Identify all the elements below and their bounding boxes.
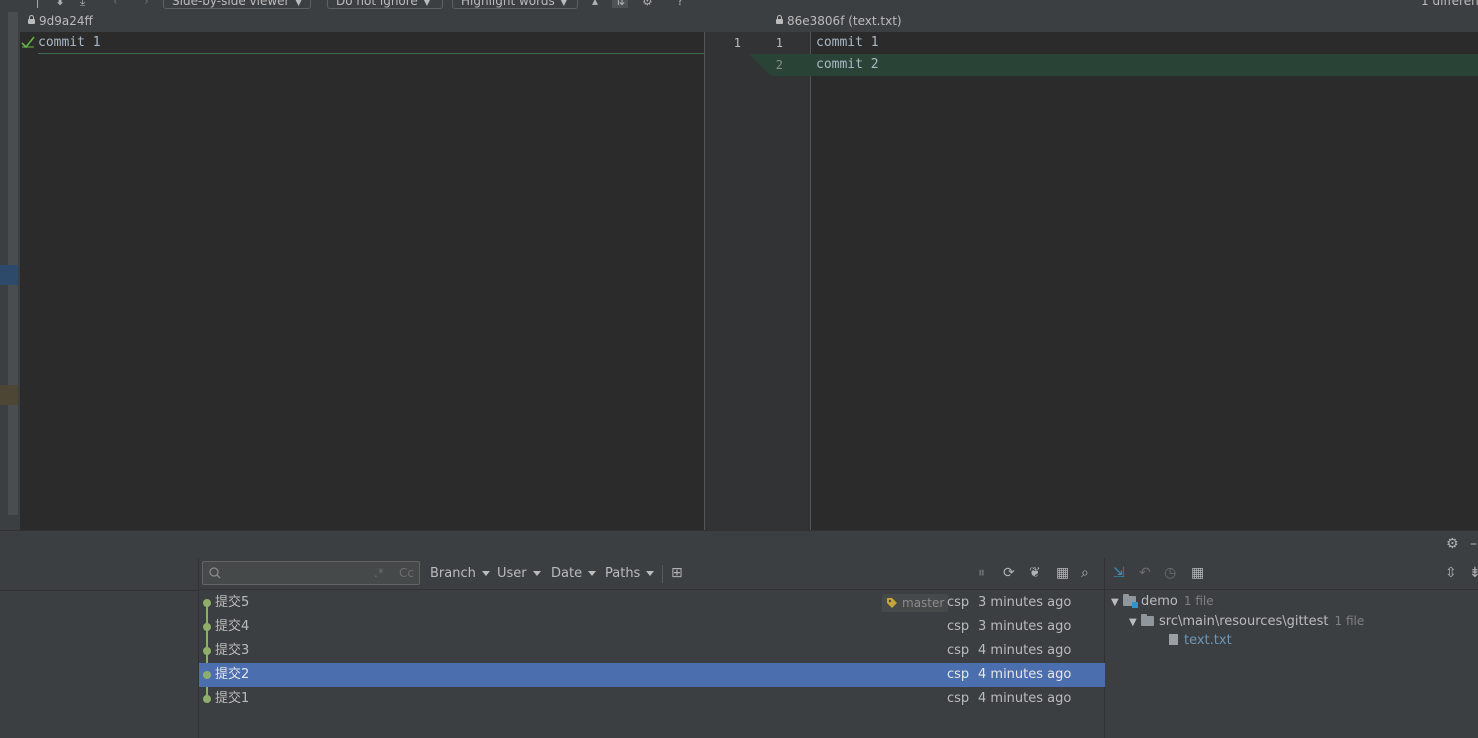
right-code-line-1: commit 1 [816, 35, 879, 50]
search-input[interactable]: .* Cc [202, 561, 420, 585]
minimize-icon[interactable]: – [1470, 536, 1477, 552]
cherry-pick-icon[interactable]: ❦ [1029, 565, 1041, 581]
insertion-marker [38, 53, 704, 54]
left-revision: 9d9a24ff [39, 14, 93, 28]
scrollbar-marker [0, 385, 18, 405]
tree-node-module[interactable]: ▼ demo 1 file [1111, 591, 1214, 611]
commit-graph-dot [203, 695, 211, 703]
commit-row-selected[interactable]: 提交2 csp 4 minutes ago [199, 663, 1105, 687]
commit-row[interactable]: 提交3 csp 4 minutes ago [199, 639, 1105, 663]
search-icon [209, 567, 221, 579]
left-line-number: 1 [733, 36, 741, 50]
new-tab-icon[interactable]: ⊞ [671, 565, 683, 581]
chevron-down-icon [481, 571, 490, 576]
commit-log: .* Cc Branch User Date Paths ⊞ ⏸ ⟳ ❦ ▦ ⌕… [199, 558, 1105, 738]
chevron-down-icon[interactable]: ▼ [1111, 593, 1123, 613]
branch-filter[interactable]: Branch [430, 566, 490, 581]
tool-window-header: ⚙ – [0, 530, 1478, 558]
folder-icon [1141, 614, 1154, 626]
apply-down-icon[interactable]: ⬇ [55, 0, 65, 8]
chevron-down-icon [532, 571, 541, 576]
commit-graph-dot [203, 647, 211, 655]
ignore-mode-dropdown[interactable]: Do not ignore ▼ [327, 0, 443, 9]
show-diff-icon[interactable]: ⇲ [1113, 565, 1125, 581]
changes-toolbar: ⇲ ↶ ◷ ▦ ⇳ ⇟ [1105, 558, 1478, 590]
branches-pane [0, 558, 199, 738]
left-gutter-strip [0, 0, 20, 530]
tree-node-folder[interactable]: ▼ src\main\resources\gittest 1 file [1129, 611, 1364, 631]
toolbar-separator [662, 565, 663, 583]
chevron-down-icon: ▼ [560, 0, 567, 7]
apply-all-icon[interactable]: ⤓ [80, 0, 85, 8]
match-case-toggle[interactable]: Cc [399, 566, 414, 580]
commit-graph-dot [203, 599, 211, 607]
view-options-icon[interactable]: ▦ [1056, 565, 1069, 581]
text-file-icon [1169, 634, 1178, 645]
synchronize-scroll-icon[interactable]: ⇅ [612, 0, 629, 8]
user-filter[interactable]: User [497, 566, 541, 581]
inserted-line-highlight [811, 54, 1478, 76]
regex-toggle[interactable]: .* [374, 566, 384, 580]
log-toolbar: .* Cc Branch User Date Paths ⊞ ⏸ ⟳ ❦ ▦ ⌕ [199, 558, 1105, 590]
paths-filter[interactable]: Paths [605, 566, 655, 581]
diff-gutter: 1 1 2 [704, 32, 812, 530]
diff-toolbar: │ ⬇ ⤓ ‹ › Side-by-side viewer ▼ Do not ig… [0, 0, 1478, 12]
previous-difference-icon[interactable]: ‹ [113, 0, 118, 8]
collapse-all-icon[interactable]: ⇟ [1469, 565, 1478, 581]
commit-row[interactable]: 提交4 csp 3 minutes ago [199, 615, 1105, 639]
chevron-down-icon[interactable]: ▼ [1129, 613, 1141, 633]
lock-icon [28, 15, 35, 24]
left-editor[interactable]: commit 1 [20, 32, 704, 530]
highlight-mode-dropdown[interactable]: Highlight words ▼ [452, 0, 578, 9]
collapse-unchanged-icon[interactable]: ▴ [592, 0, 598, 8]
group-by-icon[interactable]: ▦ [1191, 565, 1204, 581]
next-difference-icon[interactable]: › [144, 0, 149, 8]
chevron-down-icon [646, 571, 655, 576]
vertical-scrollbar[interactable] [8, 12, 18, 515]
gear-icon[interactable]: ⚙ [1446, 536, 1459, 552]
right-line-number: 2 [775, 58, 783, 72]
viewer-mode-dropdown[interactable]: Side-by-side viewer ▼ [163, 0, 311, 9]
separator-icon: │ [34, 0, 42, 8]
revert-icon[interactable]: ↶ [1139, 565, 1151, 581]
tree-node-file[interactable]: text.txt [1169, 631, 1232, 651]
right-code-line-2: commit 2 [816, 57, 879, 72]
left-code-line-1: commit 1 [38, 35, 101, 50]
left-file-header: 9d9a24ff [20, 12, 704, 32]
search-icon[interactable]: ⌕ [1081, 565, 1089, 581]
lock-icon [776, 15, 783, 24]
chevron-down-icon: ▼ [295, 0, 302, 7]
right-file-header: 86e3806f (text.txt) [704, 12, 1478, 32]
right-line-number: 1 [775, 36, 783, 50]
right-editor[interactable]: commit 1 commit 2 [811, 32, 1478, 530]
chevron-down-icon: ▼ [423, 0, 430, 7]
changed-files-pane: ⇲ ↶ ◷ ▦ ⇳ ⇟ ▼ demo 1 file ▼ src\main\resour… [1105, 558, 1478, 738]
expand-all-icon[interactable]: ⇳ [1445, 565, 1457, 581]
right-revision: 86e3806f (text.txt) [787, 14, 902, 28]
pause-icon[interactable]: ⏸ [978, 565, 985, 581]
refresh-icon[interactable]: ⟳ [1003, 565, 1015, 581]
module-folder-icon [1123, 594, 1138, 608]
chevron-down-icon [588, 571, 597, 576]
branch-tag[interactable]: master [882, 594, 949, 612]
commit-graph-dot [203, 623, 211, 631]
check-icon [21, 36, 35, 48]
difference-count: 1 difference [1421, 0, 1478, 8]
scrollbar-marker [0, 265, 18, 285]
help-icon[interactable]: ? [677, 0, 683, 8]
settings-icon[interactable]: ⚙ [642, 0, 653, 8]
tag-icon [887, 598, 897, 608]
commit-row[interactable]: 提交5 master csp 3 minutes ago [199, 591, 1105, 615]
commit-graph-dot [203, 671, 211, 679]
commit-row[interactable]: 提交1 csp 4 minutes ago [199, 687, 1105, 711]
date-filter[interactable]: Date [551, 566, 597, 581]
history-icon[interactable]: ◷ [1164, 565, 1176, 581]
